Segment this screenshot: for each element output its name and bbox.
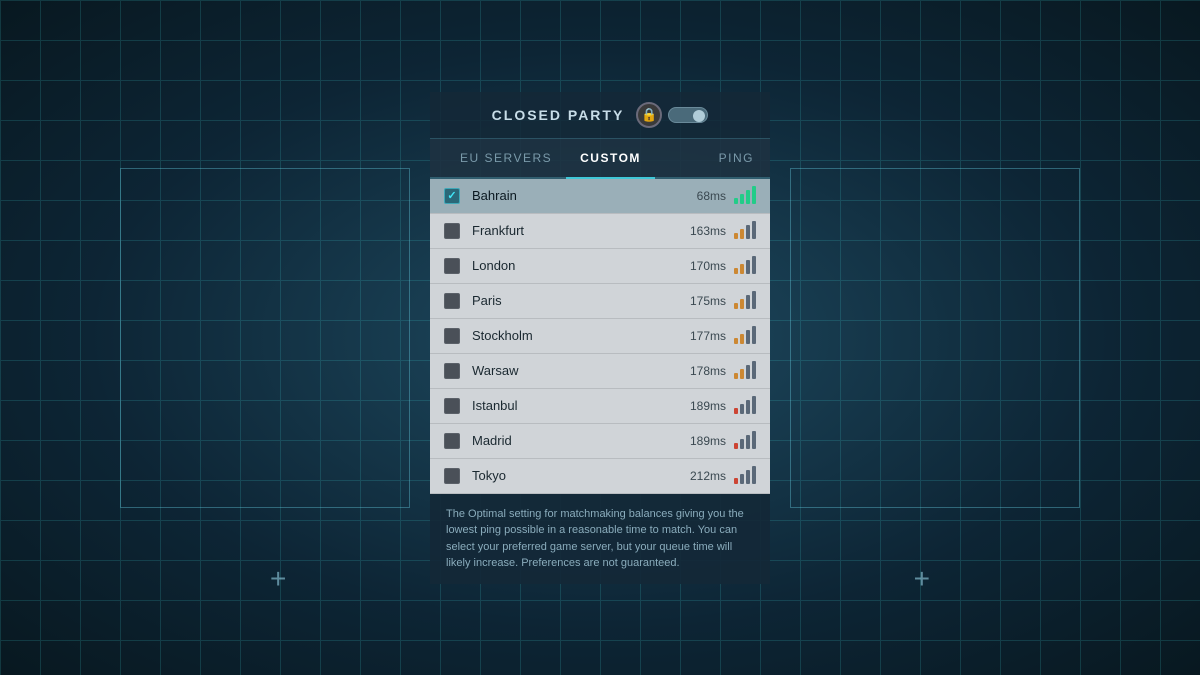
ping-value: 163ms	[688, 224, 726, 238]
ping-value: 189ms	[688, 399, 726, 413]
signal-bars	[734, 363, 756, 379]
signal-bar	[734, 478, 738, 484]
server-checkbox[interactable]	[444, 468, 460, 484]
signal-bar	[746, 330, 750, 344]
corner-decoration-left	[120, 168, 410, 508]
tab-bar: EU SERVERS CUSTOM PING	[430, 139, 770, 179]
signal-bar	[752, 396, 756, 414]
tab-ping[interactable]: PING	[719, 139, 754, 177]
signal-bar	[740, 264, 744, 274]
signal-bar	[734, 443, 738, 449]
signal-bar	[746, 225, 750, 239]
server-name: London	[472, 258, 688, 273]
server-checkbox[interactable]	[444, 293, 460, 309]
server-row[interactable]: Warsaw178ms	[430, 354, 770, 389]
signal-bars	[734, 433, 756, 449]
toggle-thumb	[693, 110, 705, 122]
ping-value: 212ms	[688, 469, 726, 483]
corner-decoration-right	[790, 168, 1080, 508]
signal-bar	[734, 268, 738, 274]
server-name: Frankfurt	[472, 223, 688, 238]
tab-eu-servers[interactable]: EU SERVERS	[446, 139, 566, 177]
signal-bar	[752, 221, 756, 239]
signal-bars	[734, 328, 756, 344]
server-checkbox[interactable]: ✓	[444, 188, 460, 204]
toggle-track[interactable]	[668, 107, 708, 123]
tab-custom[interactable]: CUSTOM	[566, 139, 655, 179]
plus-icon-left: +	[270, 563, 286, 595]
server-checkbox[interactable]	[444, 433, 460, 449]
signal-bar	[746, 295, 750, 309]
signal-bar	[746, 190, 750, 204]
signal-bar	[740, 369, 744, 379]
ping-value: 175ms	[688, 294, 726, 308]
lock-symbol: 🔒	[641, 107, 657, 123]
server-name: Tokyo	[472, 468, 688, 483]
signal-bar	[734, 373, 738, 379]
ping-value: 68ms	[688, 189, 726, 203]
server-row[interactable]: Stockholm177ms	[430, 319, 770, 354]
signal-bar	[740, 474, 744, 484]
server-name: Bahrain	[472, 188, 688, 203]
signal-bars	[734, 188, 756, 204]
header-bar: CLOSED PARTY 🔒	[430, 92, 770, 139]
signal-bar	[734, 338, 738, 344]
signal-bar	[752, 326, 756, 344]
server-checkbox[interactable]	[444, 363, 460, 379]
server-name: Warsaw	[472, 363, 688, 378]
header-title: CLOSED PARTY	[492, 107, 625, 123]
signal-bar	[746, 400, 750, 414]
signal-bar	[752, 466, 756, 484]
signal-bar	[740, 334, 744, 344]
plus-icon-right: +	[914, 563, 930, 595]
server-row[interactable]: Madrid189ms	[430, 424, 770, 459]
server-row[interactable]: ✓ Bahrain68ms	[430, 179, 770, 214]
server-name: Istanbul	[472, 398, 688, 413]
signal-bar	[734, 233, 738, 239]
ping-value: 177ms	[688, 329, 726, 343]
server-name: Paris	[472, 293, 688, 308]
signal-bar	[752, 186, 756, 204]
ping-value: 178ms	[688, 364, 726, 378]
lock-icon: 🔒	[636, 102, 662, 128]
main-panel: CLOSED PARTY 🔒 EU SERVERS CUSTOM PING ✓ B…	[430, 92, 770, 584]
server-checkbox[interactable]	[444, 398, 460, 414]
signal-bar	[740, 229, 744, 239]
server-list: ✓Bahrain68msFrankfurt163msLondon170msPar…	[430, 179, 770, 494]
signal-bar	[740, 194, 744, 204]
signal-bar	[740, 299, 744, 309]
server-checkbox[interactable]	[444, 258, 460, 274]
signal-bar	[734, 408, 738, 414]
signal-bar	[752, 291, 756, 309]
signal-bar	[740, 439, 744, 449]
server-row[interactable]: Frankfurt163ms	[430, 214, 770, 249]
signal-bars	[734, 468, 756, 484]
ping-value: 189ms	[688, 434, 726, 448]
signal-bar	[746, 365, 750, 379]
server-row[interactable]: Tokyo212ms	[430, 459, 770, 494]
server-row[interactable]: Paris175ms	[430, 284, 770, 319]
signal-bar	[752, 431, 756, 449]
server-name: Stockholm	[472, 328, 688, 343]
signal-bar	[752, 361, 756, 379]
signal-bar	[746, 260, 750, 274]
ping-value: 170ms	[688, 259, 726, 273]
signal-bar	[746, 470, 750, 484]
signal-bars	[734, 223, 756, 239]
signal-bar	[746, 435, 750, 449]
server-name: Madrid	[472, 433, 688, 448]
signal-bars	[734, 258, 756, 274]
signal-bar	[734, 303, 738, 309]
signal-bar	[752, 256, 756, 274]
lock-toggle[interactable]: 🔒	[636, 102, 708, 128]
signal-bars	[734, 293, 756, 309]
signal-bar	[734, 198, 738, 204]
server-checkbox[interactable]	[444, 223, 460, 239]
server-checkbox[interactable]	[444, 328, 460, 344]
server-row[interactable]: London170ms	[430, 249, 770, 284]
signal-bar	[740, 404, 744, 414]
server-row[interactable]: Istanbul189ms	[430, 389, 770, 424]
footer-text: The Optimal setting for matchmaking bala…	[430, 494, 770, 584]
signal-bars	[734, 398, 756, 414]
